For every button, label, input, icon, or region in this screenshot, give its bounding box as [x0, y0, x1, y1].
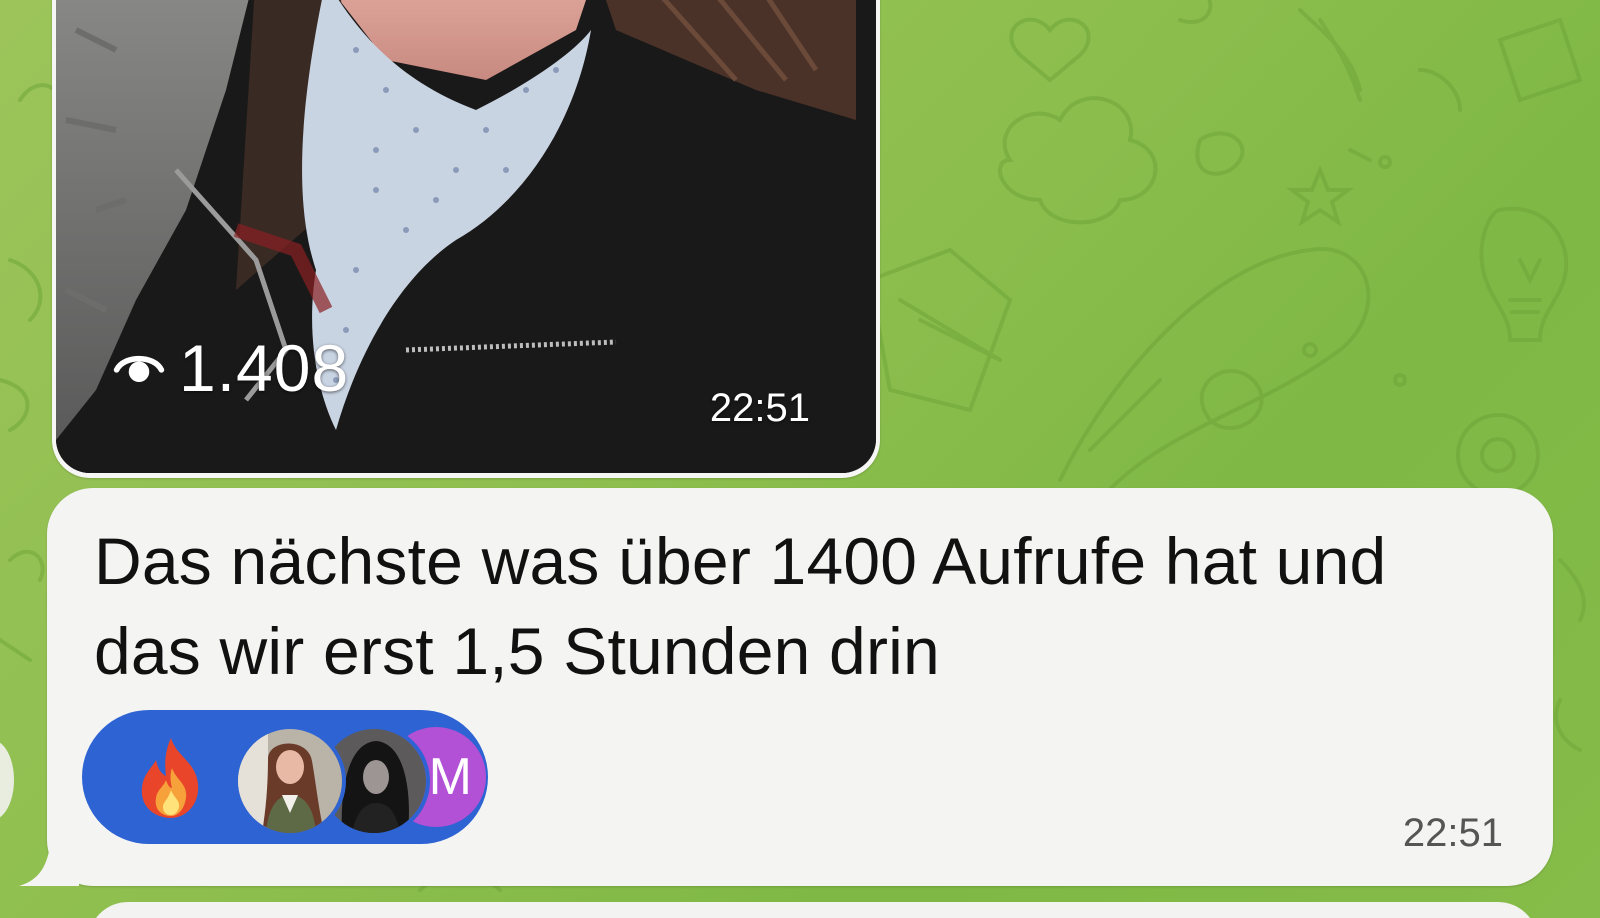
- fire-emoji-icon: [141, 738, 199, 818]
- message-line-2: das wir erst 1,5 Stunden drin: [94, 614, 940, 688]
- reaction-button[interactable]: M: [82, 710, 488, 844]
- view-counter: 1.408: [111, 330, 349, 406]
- photo-thumbnail[interactable]: 1.408 22:51: [56, 0, 876, 473]
- message-timestamp: 22:51: [1402, 811, 1503, 855]
- photo-message-bubble[interactable]: 1.408 22:51: [52, 0, 880, 478]
- text-message-bubble[interactable]: Das nächste was über 1400 Aufrufe hat un…: [19, 488, 1553, 886]
- reactor-avatar-1: [234, 725, 346, 837]
- next-message-bubble[interactable]: [88, 902, 1538, 918]
- message-text: Das nächste was über 1400 Aufrufe hat un…: [94, 516, 1514, 696]
- message-line-1: Das nächste was über 1400 Aufrufe hat un…: [94, 524, 1387, 598]
- bubble-tail: [19, 836, 79, 886]
- eye-icon: [113, 355, 165, 382]
- view-count: 1.408: [179, 331, 350, 405]
- photo-timestamp: 22:51: [709, 386, 810, 430]
- avatar-photo: [238, 729, 342, 833]
- chat-background: 1.408 22:51 Das nächste was über 1400 Au…: [0, 0, 1600, 918]
